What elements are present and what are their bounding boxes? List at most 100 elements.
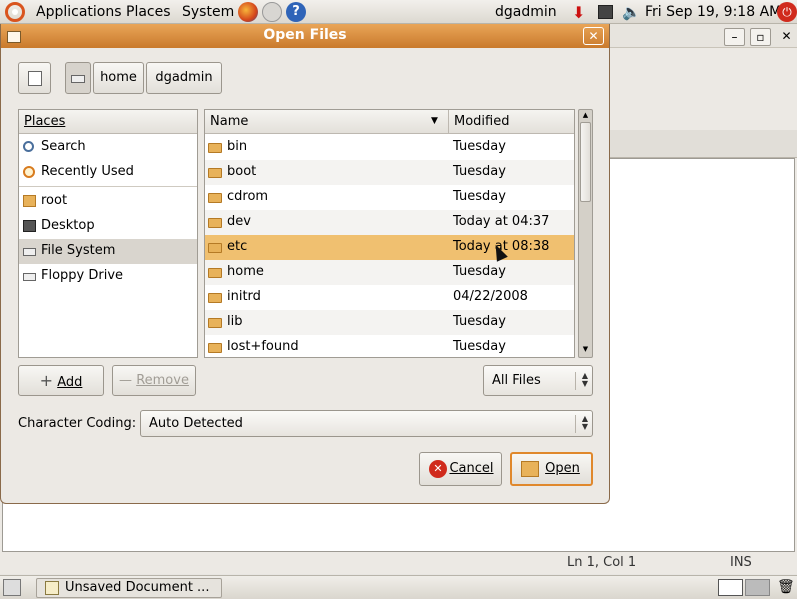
show-desktop-icon[interactable] (3, 579, 21, 596)
drive-icon (71, 75, 85, 83)
combo-arrows-icon: ▲ ▼ (574, 415, 588, 433)
editor-statusbar: Ln 1, Col 1 INS (0, 552, 797, 574)
editor-titlebar: – ▫ ✕ (608, 24, 797, 48)
user-name[interactable]: dgadmin (495, 4, 557, 20)
file-name: home (227, 264, 264, 279)
minimize-icon[interactable]: – (724, 28, 745, 46)
trash-icon[interactable]: 🗑 (777, 579, 795, 595)
character-coding-label: Character Coding: (18, 416, 137, 431)
file-row[interactable]: lib Tuesday (205, 310, 574, 335)
folder-icon (208, 218, 222, 228)
place-floppy-drive[interactable]: Floppy Drive (19, 264, 197, 289)
file-name: cdrom (227, 189, 269, 204)
help-icon[interactable]: ? (286, 2, 306, 22)
power-icon[interactable]: ⏻ (777, 2, 797, 22)
place-root[interactable]: root (19, 189, 197, 214)
workspace-1[interactable] (718, 579, 743, 596)
desktop-icon (23, 220, 36, 232)
sort-descending-icon: ▼ (431, 116, 438, 126)
close-icon[interactable]: ✕ (776, 28, 797, 46)
character-coding-combo[interactable]: Auto Detected ▲ ▼ (140, 410, 593, 437)
file-row[interactable]: dev Today at 04:37 (205, 210, 574, 235)
path-dgadmin-button[interactable]: dgadmin (146, 62, 222, 94)
workspace-2[interactable] (745, 579, 770, 596)
editor-toolbar (608, 48, 797, 96)
path-home-button[interactable]: home (93, 62, 144, 94)
editor-tabbar (608, 130, 797, 158)
file-row[interactable]: cdrom Tuesday (205, 185, 574, 210)
add-bookmark-button[interactable]: + Add (18, 365, 104, 396)
place-search[interactable]: Search (19, 135, 197, 160)
update-notifier-icon[interactable]: ⬇ (572, 3, 588, 22)
mail-icon[interactable] (262, 2, 282, 22)
volume-icon[interactable]: 🔈 (622, 3, 641, 21)
scroll-down-icon[interactable]: ▼ (580, 345, 591, 356)
file-row[interactable]: home Tuesday (205, 260, 574, 285)
firefox-icon[interactable] (238, 2, 258, 22)
folder-icon (208, 143, 222, 153)
network-icon[interactable] (598, 5, 613, 19)
file-row[interactable]: bin Tuesday (205, 135, 574, 160)
cancel-button[interactable]: ✕ Cancel (419, 452, 502, 486)
place-file-system[interactable]: File System (19, 239, 197, 264)
menu-places[interactable]: Places (126, 4, 171, 20)
file-name: bin (227, 139, 248, 154)
remove-icon: — (119, 373, 133, 388)
file-name: dev (227, 214, 251, 229)
file-row[interactable]: initrd 04/22/2008 (205, 285, 574, 310)
file-modified: Tuesday (453, 164, 506, 179)
dialog-close-button[interactable]: ✕ (583, 27, 604, 45)
file-name: lost+found (227, 339, 299, 354)
file-name: initrd (227, 289, 261, 304)
menu-system[interactable]: System (182, 4, 234, 20)
menu-applications[interactable]: Applications (36, 4, 122, 20)
taskbar-item-label: Unsaved Document ... (65, 580, 210, 595)
clock[interactable]: Fri Sep 19, 9:18 AM (645, 4, 781, 20)
places-pane: Places Search Recently Used root Desktop… (18, 109, 198, 358)
insert-mode: INS (730, 555, 752, 570)
file-row[interactable]: etc Today at 08:38 (205, 235, 574, 260)
file-name: boot (227, 164, 257, 179)
file-modified: Tuesday (453, 314, 506, 329)
remove-bookmark-button[interactable]: — Remove (112, 365, 196, 396)
folder-icon (208, 168, 222, 178)
column-header-modified[interactable]: Modified (448, 110, 574, 134)
text-editor-icon (45, 581, 59, 595)
home-folder-icon (23, 195, 36, 207)
dialog-titlebar: Open Files ✕ (1, 24, 609, 48)
top-panel: Applications Places System ? dgadmin ⬇ 🔈… (0, 0, 797, 24)
file-name: etc (227, 239, 248, 254)
combo-arrows-icon: ▲ ▼ (574, 372, 588, 390)
scrollbar-thumb[interactable] (580, 122, 591, 202)
column-header-name[interactable]: Name ▼ (205, 110, 448, 134)
places-divider (19, 186, 197, 187)
open-button[interactable]: Open (510, 452, 593, 486)
file-modified: Tuesday (453, 264, 506, 279)
place-recently-used[interactable]: Recently Used (19, 160, 197, 185)
path-root-button[interactable] (65, 62, 91, 94)
edit-location-icon (28, 71, 42, 86)
file-row[interactable]: lost+found Tuesday (205, 335, 574, 357)
file-row[interactable]: boot Tuesday (205, 160, 574, 185)
file-modified: 04/22/2008 (453, 289, 528, 304)
file-modified: Today at 04:37 (453, 214, 550, 229)
places-header[interactable]: Places (19, 110, 197, 134)
file-name: lib (227, 314, 243, 329)
drive-icon (23, 248, 36, 256)
folder-icon (208, 318, 222, 328)
cursor-position: Ln 1, Col 1 (567, 555, 637, 570)
scroll-up-icon[interactable]: ▲ (580, 111, 591, 122)
folder-icon (208, 293, 222, 303)
place-desktop[interactable]: Desktop (19, 214, 197, 239)
maximize-icon[interactable]: ▫ (750, 28, 771, 46)
open-files-dialog: Open Files ✕ home dgadmin Places Search … (0, 24, 610, 504)
dialog-title: Open Files (263, 27, 347, 43)
file-modified: Tuesday (453, 139, 506, 154)
ubuntu-logo-icon[interactable] (5, 2, 25, 22)
file-list-scrollbar[interactable]: ▲ ▼ (578, 109, 593, 358)
folder-icon (208, 243, 222, 253)
file-modified: Tuesday (453, 189, 506, 204)
type-location-button[interactable] (18, 62, 51, 94)
file-filter-combo[interactable]: All Files ▲ ▼ (483, 365, 593, 396)
taskbar-item-editor[interactable]: Unsaved Document ... (36, 578, 222, 598)
